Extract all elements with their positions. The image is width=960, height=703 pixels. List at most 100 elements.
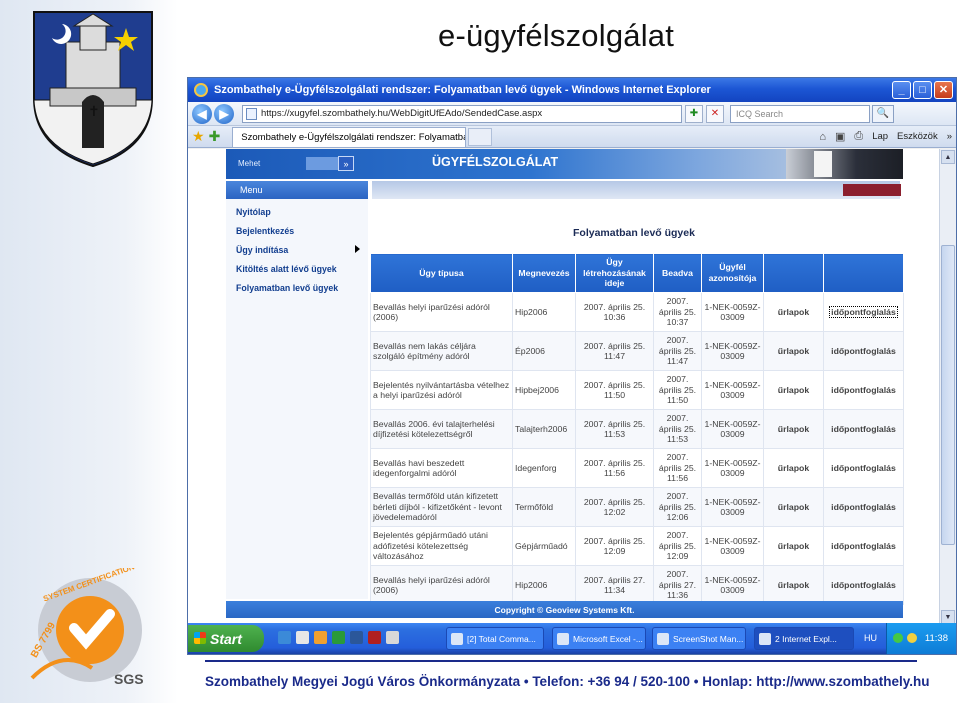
appointment-link-text[interactable]: időpontfoglalás — [829, 305, 898, 318]
forms-link-text[interactable]: űrlapok — [778, 580, 809, 590]
print-icon[interactable]: ⎙ — [854, 130, 863, 143]
appointment-link[interactable]: időpontfoglalás — [823, 526, 904, 566]
quicklaunch-ie-icon[interactable] — [278, 631, 291, 644]
case-type-cell-text: Bejelentés nyilvántartásba vételhez a he… — [373, 379, 510, 400]
tools-menu[interactable]: Eszközök — [897, 131, 938, 142]
scroll-thumb[interactable] — [941, 245, 955, 545]
forms-link-text[interactable]: űrlapok — [778, 307, 809, 317]
appointment-link-text[interactable]: időpontfoglalás — [831, 502, 896, 512]
appointment-link-text[interactable]: időpontfoglalás — [831, 541, 896, 551]
case-type-cell-text: Bevallás helyi iparűzési adóról (2006) — [373, 301, 490, 322]
table-row: Bevallás helyi iparűzési adóról (2006) Hi… — [370, 292, 904, 332]
taskbar-item-screenshot[interactable]: ScreenShot Man... — [652, 627, 746, 650]
case-client-id-cell: 1-NEK-0059Z-03009 — [701, 409, 764, 449]
tab-active[interactable]: Szombathely e-Ügyfélszolgálati rendszer:… — [232, 126, 467, 147]
close-button[interactable]: ✕ — [934, 81, 953, 99]
tray-network-icon[interactable] — [893, 633, 903, 643]
ie-logo-icon — [194, 83, 208, 97]
taskbar-item-excel[interactable]: Microsoft Excel -... — [552, 627, 646, 650]
more-chevron-icon[interactable]: » — [947, 131, 952, 142]
quicklaunch-media-icon[interactable] — [314, 631, 327, 644]
appointment-link-text[interactable]: időpontfoglalás — [831, 346, 896, 356]
case-name-cell-text: Hip2006 — [515, 306, 548, 317]
appointment-link[interactable]: időpontfoglalás — [823, 331, 904, 371]
forms-link-text[interactable]: űrlapok — [778, 463, 809, 473]
case-name-cell: Talajterh2006 — [512, 409, 576, 449]
appointment-link-text[interactable]: időpontfoglalás — [831, 580, 896, 590]
forms-link[interactable]: űrlapok — [763, 409, 824, 449]
start-button[interactable]: Start — [188, 625, 264, 652]
refresh-button[interactable]: ✚ — [685, 104, 703, 123]
slide-footer: Szombathely Megyei Jogú Város Önkormányz… — [205, 674, 930, 689]
appointment-link[interactable]: időpontfoglalás — [823, 565, 904, 605]
forms-link[interactable]: űrlapok — [763, 292, 824, 332]
quicklaunch-explorer-icon[interactable] — [332, 631, 345, 644]
search-icon[interactable]: 🔍 — [872, 104, 894, 123]
appointment-link-text[interactable]: időpontfoglalás — [831, 424, 896, 434]
maximize-button[interactable]: □ — [913, 81, 932, 99]
forms-link[interactable]: űrlapok — [763, 448, 824, 488]
add-favorites-icon[interactable]: ✚ — [209, 128, 221, 145]
forms-link[interactable]: űrlapok — [763, 565, 824, 605]
vertical-scrollbar[interactable]: ▲ ▼ — [939, 149, 956, 625]
case-type-cell: Bevallás helyi iparűzési adóról (2006) — [370, 292, 513, 332]
quicklaunch-acrobat-icon[interactable] — [368, 631, 381, 644]
sidebar-item-drafts[interactable]: Kitöltés alatt lévő ügyek — [236, 264, 337, 274]
case-name-cell: Ép2006 — [512, 331, 576, 371]
page-title: Folyamatban levő ügyek — [573, 227, 695, 239]
case-created-cell: 2007. április 25. 11:53 — [575, 409, 654, 449]
scroll-down-icon[interactable]: ▼ — [941, 610, 955, 624]
quicklaunch-misc-icon[interactable] — [386, 631, 399, 644]
stop-button[interactable]: ✕ — [706, 104, 724, 123]
favorites-star-icon[interactable]: ★ — [192, 128, 205, 145]
tray-security-icon[interactable] — [907, 633, 917, 643]
case-client-id-cell-text: 1-NEK-0059Z-03009 — [704, 379, 761, 400]
minimize-button[interactable]: _ — [892, 81, 911, 99]
forms-link-text[interactable]: űrlapok — [778, 346, 809, 356]
case-client-id-cell: 1-NEK-0059Z-03009 — [701, 292, 764, 332]
feeds-icon[interactable]: ▣ — [835, 130, 845, 143]
case-type-cell: Bevallás nem lakás céljára szolgáló épít… — [370, 331, 513, 371]
quicklaunch-desktop-icon[interactable] — [296, 631, 309, 644]
clock: 11:38 — [924, 633, 948, 644]
col-header-created: Ügy létrehozásának ideje — [575, 253, 654, 293]
site-search-go-button[interactable]: » — [338, 156, 354, 171]
appointment-link[interactable]: időpontfoglalás — [823, 448, 904, 488]
home-icon[interactable]: ⌂ — [819, 131, 826, 143]
quicklaunch-word-icon[interactable] — [350, 631, 363, 644]
appointment-link[interactable]: időpontfoglalás — [823, 292, 904, 332]
appointment-link[interactable]: időpontfoglalás — [823, 409, 904, 449]
taskbar-item-ie[interactable]: 2 Internet Expl... — [754, 627, 854, 650]
slide-title: e-ügyfélszolgálat — [438, 18, 675, 53]
taskbar-item-total-commander[interactable]: [2] Total Comma... — [446, 627, 544, 650]
forms-link[interactable]: űrlapok — [763, 526, 824, 566]
page-menu[interactable]: Lap — [872, 131, 888, 142]
forms-link[interactable]: űrlapok — [763, 331, 824, 371]
submenu-arrow-icon[interactable] — [355, 245, 360, 253]
forms-link[interactable]: űrlapok — [763, 487, 824, 527]
language-indicator[interactable]: HU — [864, 633, 877, 643]
case-submitted-cell: 2007. április 27. 11:36 — [653, 565, 702, 605]
url-input[interactable]: https://xugyfel.szombathely.hu/WebDigitU… — [242, 104, 682, 123]
appointment-link[interactable]: időpontfoglalás — [823, 487, 904, 527]
sidebar-item-login[interactable]: Bejelentkezés — [236, 226, 294, 236]
sidebar-item-start-case[interactable]: Ügy indítása — [236, 245, 288, 255]
forms-link-text[interactable]: űrlapok — [778, 385, 809, 395]
appointment-link-text[interactable]: időpontfoglalás — [831, 463, 896, 473]
sidebar-item-home[interactable]: Nyitólap — [236, 207, 271, 217]
appointment-link-text[interactable]: időpontfoglalás — [831, 385, 896, 395]
menu-red-button[interactable] — [843, 184, 901, 196]
forms-link-text[interactable]: űrlapok — [778, 502, 809, 512]
forms-link[interactable]: űrlapok — [763, 370, 824, 410]
scroll-up-icon[interactable]: ▲ — [941, 150, 955, 164]
appointment-link[interactable]: időpontfoglalás — [823, 370, 904, 410]
new-tab-button[interactable] — [468, 127, 493, 146]
case-submitted-cell-text: 2007. április 25. 10:37 — [658, 296, 697, 328]
search-input[interactable]: ICQ Search — [730, 104, 870, 123]
sidebar-item-in-progress[interactable]: Folyamatban levő ügyek — [236, 283, 338, 293]
forms-link-text[interactable]: űrlapok — [778, 541, 809, 551]
forms-link-text[interactable]: űrlapok — [778, 424, 809, 434]
window-titlebar[interactable]: Szombathely e-Ügyfélszolgálati rendszer:… — [188, 78, 956, 102]
back-button[interactable]: ◀ — [192, 103, 212, 124]
forward-button[interactable]: ▶ — [214, 103, 234, 124]
